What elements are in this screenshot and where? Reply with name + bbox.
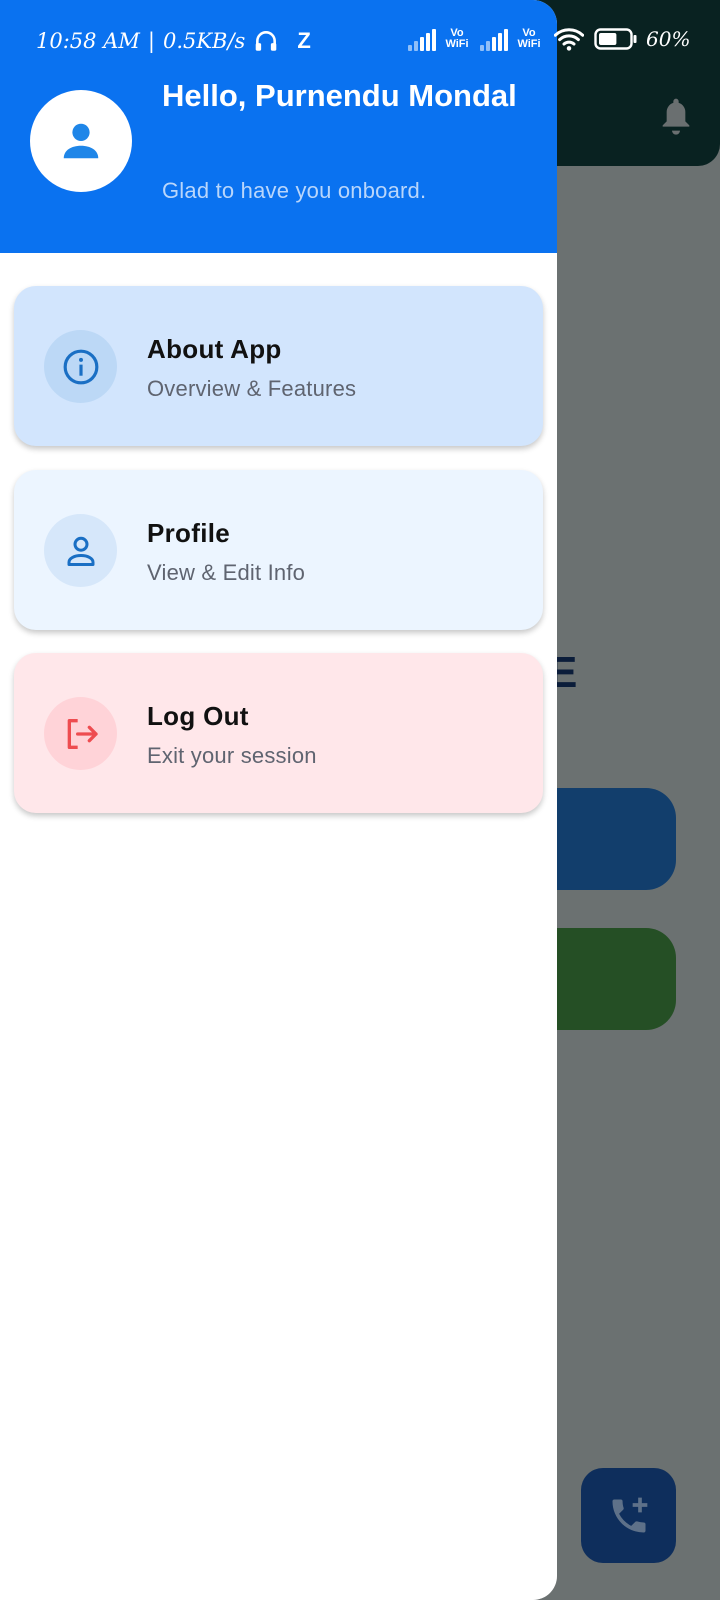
status-left: 10:58 AM | 0.5KB/s Z bbox=[36, 28, 311, 54]
menu-item-profile[interactable]: Profile View & Edit Info bbox=[14, 470, 543, 630]
navigation-drawer: Hello, Purnendu Mondal Glad to have you … bbox=[0, 0, 557, 1600]
signal-icon-1 bbox=[408, 27, 436, 51]
network-speed: 0.5KB/s bbox=[162, 29, 246, 53]
greeting-subtitle: Glad to have you onboard. bbox=[162, 178, 427, 203]
logout-icon-circle bbox=[44, 697, 117, 770]
menu-item-title: Profile bbox=[147, 518, 231, 548]
z-notification-icon: Z bbox=[297, 28, 311, 53]
status-separator: | bbox=[147, 29, 155, 53]
profile-icon-circle bbox=[44, 514, 117, 587]
battery-percentage: 60% bbox=[646, 27, 691, 51]
bell-icon bbox=[662, 98, 690, 135]
menu-item-about-app[interactable]: About App Overview & Features bbox=[14, 286, 543, 446]
add-call-icon bbox=[612, 1497, 647, 1532]
menu-item-log-out[interactable]: Log Out Exit your session bbox=[14, 653, 543, 813]
battery-icon bbox=[594, 28, 637, 50]
status-time: 10:58 AM bbox=[36, 29, 140, 53]
about-icon-circle bbox=[44, 330, 117, 403]
signal-icon-2 bbox=[480, 27, 508, 51]
status-bar: 10:58 AM | 0.5KB/s Z Vo WiFi Vo WiFi 60% bbox=[0, 0, 720, 86]
avatar bbox=[30, 90, 132, 192]
add-call-fab[interactable] bbox=[581, 1468, 676, 1563]
menu-item-title: About App bbox=[147, 334, 282, 364]
menu-item-subtitle: Exit your session bbox=[147, 743, 317, 768]
menu-item-subtitle: Overview & Features bbox=[147, 376, 357, 401]
vowifi-label-1: Vo WiFi bbox=[445, 27, 469, 50]
status-right: Vo WiFi Vo WiFi 60% bbox=[408, 26, 690, 52]
person-icon bbox=[67, 536, 94, 566]
headset-icon bbox=[256, 31, 277, 51]
menu-item-subtitle: View & Edit Info bbox=[147, 560, 306, 585]
menu-item-title: Log Out bbox=[147, 701, 249, 731]
wifi-icon bbox=[554, 28, 584, 51]
logout-icon bbox=[67, 718, 98, 749]
info-icon bbox=[63, 349, 98, 384]
vowifi-label-2: Vo WiFi bbox=[517, 27, 541, 50]
avatar-person-icon bbox=[63, 123, 99, 159]
